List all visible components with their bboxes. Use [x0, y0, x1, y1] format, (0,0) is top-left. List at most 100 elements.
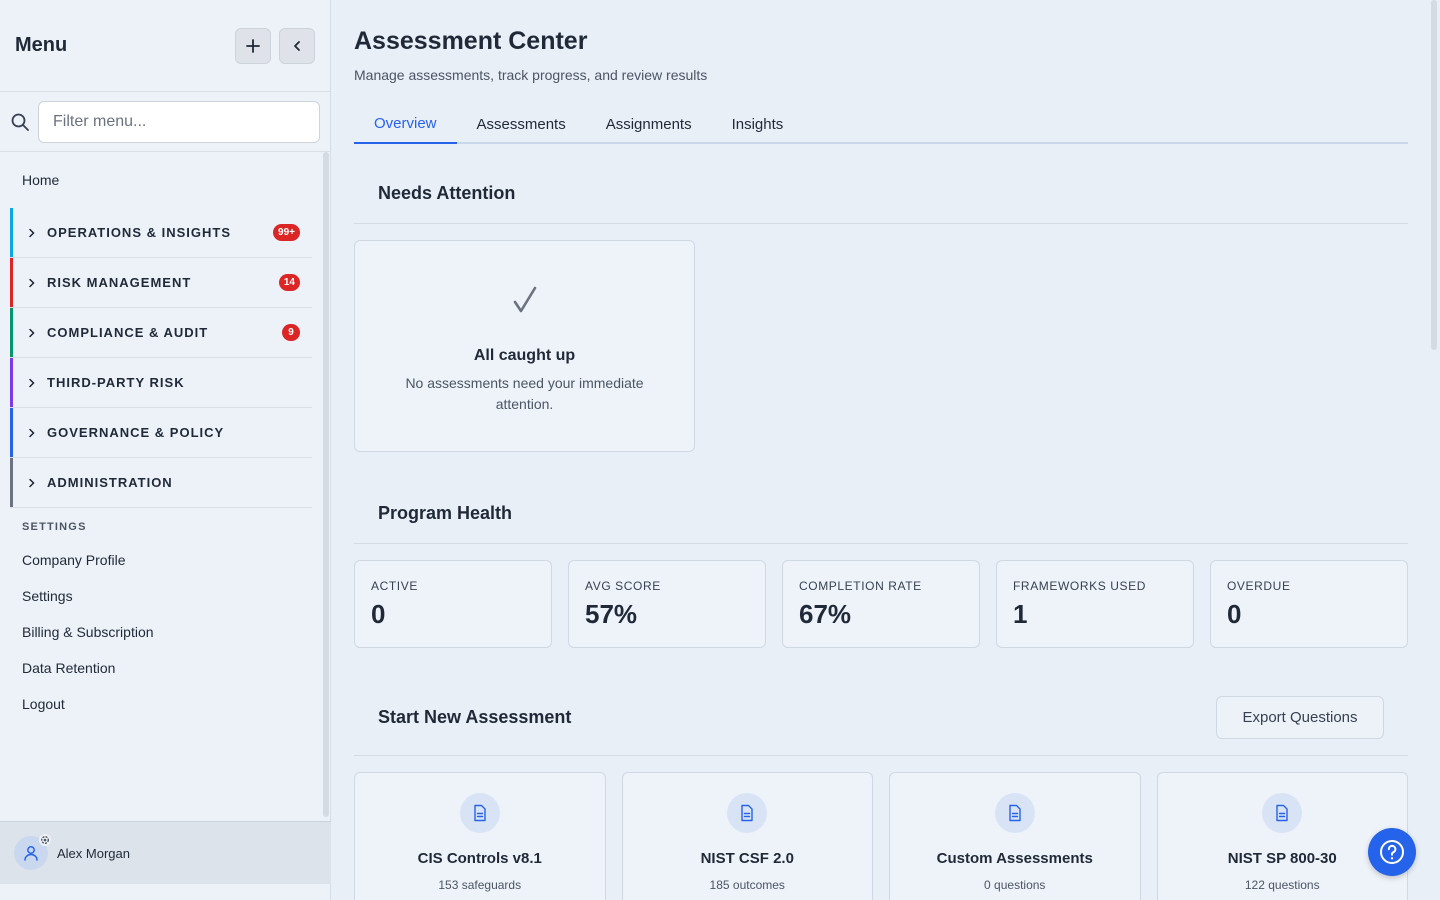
framework-card-nist-csf[interactable]: NIST CSF 2.0 185 outcomes	[621, 772, 873, 900]
stat-card-overdue: OVERDUE 0	[1210, 560, 1408, 648]
document-icon	[1262, 793, 1303, 833]
nav-company-profile[interactable]: Company Profile	[0, 542, 331, 578]
section-title: Start New Assessment	[378, 707, 572, 727]
stat-value: 0	[1227, 599, 1242, 629]
nav-settings[interactable]: Settings	[0, 578, 331, 614]
sidebar-title: Menu	[15, 34, 68, 56]
help-button[interactable]	[1368, 828, 1416, 876]
collapse-sidebar-button[interactable]	[279, 27, 315, 64]
tab-assessments[interactable]: Assessments	[457, 104, 586, 144]
group-color-bar	[10, 258, 13, 307]
document-icon	[459, 793, 500, 833]
empty-state-card: All caught up No assessments need your i…	[354, 240, 695, 452]
group-label: RISK MANAGEMENT	[47, 275, 192, 290]
nav-group-operations-insights[interactable]: OPERATIONS & INSIGHTS 99+	[10, 208, 312, 258]
stat-value: 57%	[585, 599, 638, 629]
group-color-bar	[10, 458, 13, 507]
gear-icon	[39, 834, 51, 846]
tab-assignments[interactable]: Assignments	[586, 104, 712, 144]
framework-card-custom[interactable]: Custom Assessments 0 questions	[889, 772, 1141, 900]
page-subtitle: Manage assessments, track progress, and …	[354, 67, 708, 83]
framework-count: 122 questions	[1244, 878, 1320, 892]
stat-label: ACTIVE	[371, 579, 418, 593]
group-color-bar	[10, 358, 13, 407]
sidebar-scrollbar[interactable]	[323, 152, 329, 817]
tab-insights[interactable]: Insights	[712, 104, 804, 144]
stat-label: OVERDUE	[1227, 579, 1291, 593]
user-name: Alex Morgan	[57, 845, 130, 861]
user-profile[interactable]: Alex Morgan	[0, 821, 331, 884]
add-button[interactable]	[235, 27, 271, 64]
chevron-right-icon	[29, 278, 35, 287]
avatar	[14, 834, 51, 870]
count-badge: 99+	[273, 224, 300, 241]
count-badge: 14	[278, 274, 300, 291]
stat-card-avg-score: AVG SCORE 57%	[568, 560, 766, 648]
group-color-bar	[10, 308, 13, 357]
nav-billing-subscription[interactable]: Billing & Subscription	[0, 614, 331, 650]
chevron-left-icon	[294, 40, 300, 51]
framework-card-nist-800-30[interactable]: NIST SP 800-30 122 questions	[1156, 772, 1408, 900]
document-icon	[994, 793, 1035, 833]
stat-card-active: ACTIVE 0	[354, 560, 552, 648]
help-icon	[1380, 840, 1404, 864]
settings-heading: SETTINGS	[22, 521, 87, 533]
nav-home[interactable]: Home	[0, 152, 331, 208]
stats-row: ACTIVE 0 AVG SCORE 57% COMPLETION RATE 6…	[354, 560, 1408, 648]
needs-attention-header: Needs Attention	[354, 164, 1408, 224]
plus-icon	[246, 38, 260, 53]
nav-group-third-party-risk[interactable]: THIRD-PARTY RISK	[10, 358, 312, 408]
framework-count: 0 questions	[984, 878, 1046, 892]
framework-count: 185 outcomes	[709, 878, 785, 892]
stat-label: FRAMEWORKS USED	[1013, 579, 1147, 593]
tab-overview[interactable]: Overview	[354, 104, 457, 144]
nav-group-risk-management[interactable]: RISK MANAGEMENT 14	[10, 258, 312, 308]
chevron-right-icon	[29, 428, 35, 437]
nav-group-administration[interactable]: ADMINISTRATION	[10, 458, 312, 508]
export-questions-button[interactable]: Export Questions	[1216, 696, 1384, 739]
framework-title: CIS Controls v8.1	[417, 850, 542, 867]
group-label: GOVERNANCE & POLICY	[47, 425, 225, 440]
checkmark-icon	[513, 286, 536, 313]
chevron-right-icon	[29, 378, 35, 387]
start-new-assessment-header: Start New Assessment Export Questions	[354, 680, 1408, 756]
stat-label: AVG SCORE	[585, 579, 661, 593]
page-scrollbar[interactable]	[1431, 0, 1437, 350]
main-content: Assessment Center Manage assessments, tr…	[331, 0, 1440, 900]
framework-title: Custom Assessments	[936, 850, 1093, 867]
group-label: ADMINISTRATION	[47, 475, 173, 490]
framework-count: 153 safeguards	[438, 878, 522, 892]
tab-bar: Overview Assessments Assignments Insight…	[354, 104, 1408, 144]
stat-label: COMPLETION RATE	[799, 579, 922, 593]
framework-card-cis[interactable]: CIS Controls v8.1 153 safeguards	[354, 772, 606, 900]
group-label: COMPLIANCE & AUDIT	[47, 325, 209, 340]
nav-group-governance-policy[interactable]: GOVERNANCE & POLICY	[10, 408, 312, 458]
empty-state-text: No assessments need your immediate atten…	[405, 375, 644, 412]
section-title: Needs Attention	[378, 183, 516, 203]
group-color-bar	[10, 208, 13, 257]
search-icon	[11, 113, 29, 131]
chevron-right-icon	[29, 328, 35, 337]
stat-value: 0	[371, 599, 386, 629]
sidebar-header: Menu	[0, 0, 330, 92]
framework-title: NIST CSF 2.0	[700, 850, 794, 867]
section-title: Program Health	[378, 503, 513, 523]
group-label: OPERATIONS & INSIGHTS	[47, 225, 231, 240]
chevron-right-icon	[29, 478, 35, 487]
sidebar-search	[0, 92, 330, 152]
framework-cards: CIS Controls v8.1 153 safeguards NIST CS…	[354, 772, 1408, 900]
group-color-bar	[10, 408, 13, 457]
nav-group-compliance-audit[interactable]: COMPLIANCE & AUDIT 9	[10, 308, 312, 358]
stat-card-completion-rate: COMPLETION RATE 67%	[782, 560, 980, 648]
count-badge: 9	[282, 324, 300, 341]
program-health-header: Program Health	[354, 484, 1408, 544]
stat-value: 67%	[799, 599, 852, 629]
nav-logout[interactable]: Logout	[0, 686, 331, 722]
stat-card-frameworks-used: FRAMEWORKS USED 1	[996, 560, 1194, 648]
stat-value: 1	[1013, 599, 1028, 629]
nav-data-retention[interactable]: Data Retention	[0, 650, 331, 686]
empty-state-title: All caught up	[473, 347, 576, 364]
filter-menu-input[interactable]	[38, 100, 320, 143]
page-title: Assessment Center	[354, 27, 588, 55]
group-label: THIRD-PARTY RISK	[47, 375, 185, 390]
